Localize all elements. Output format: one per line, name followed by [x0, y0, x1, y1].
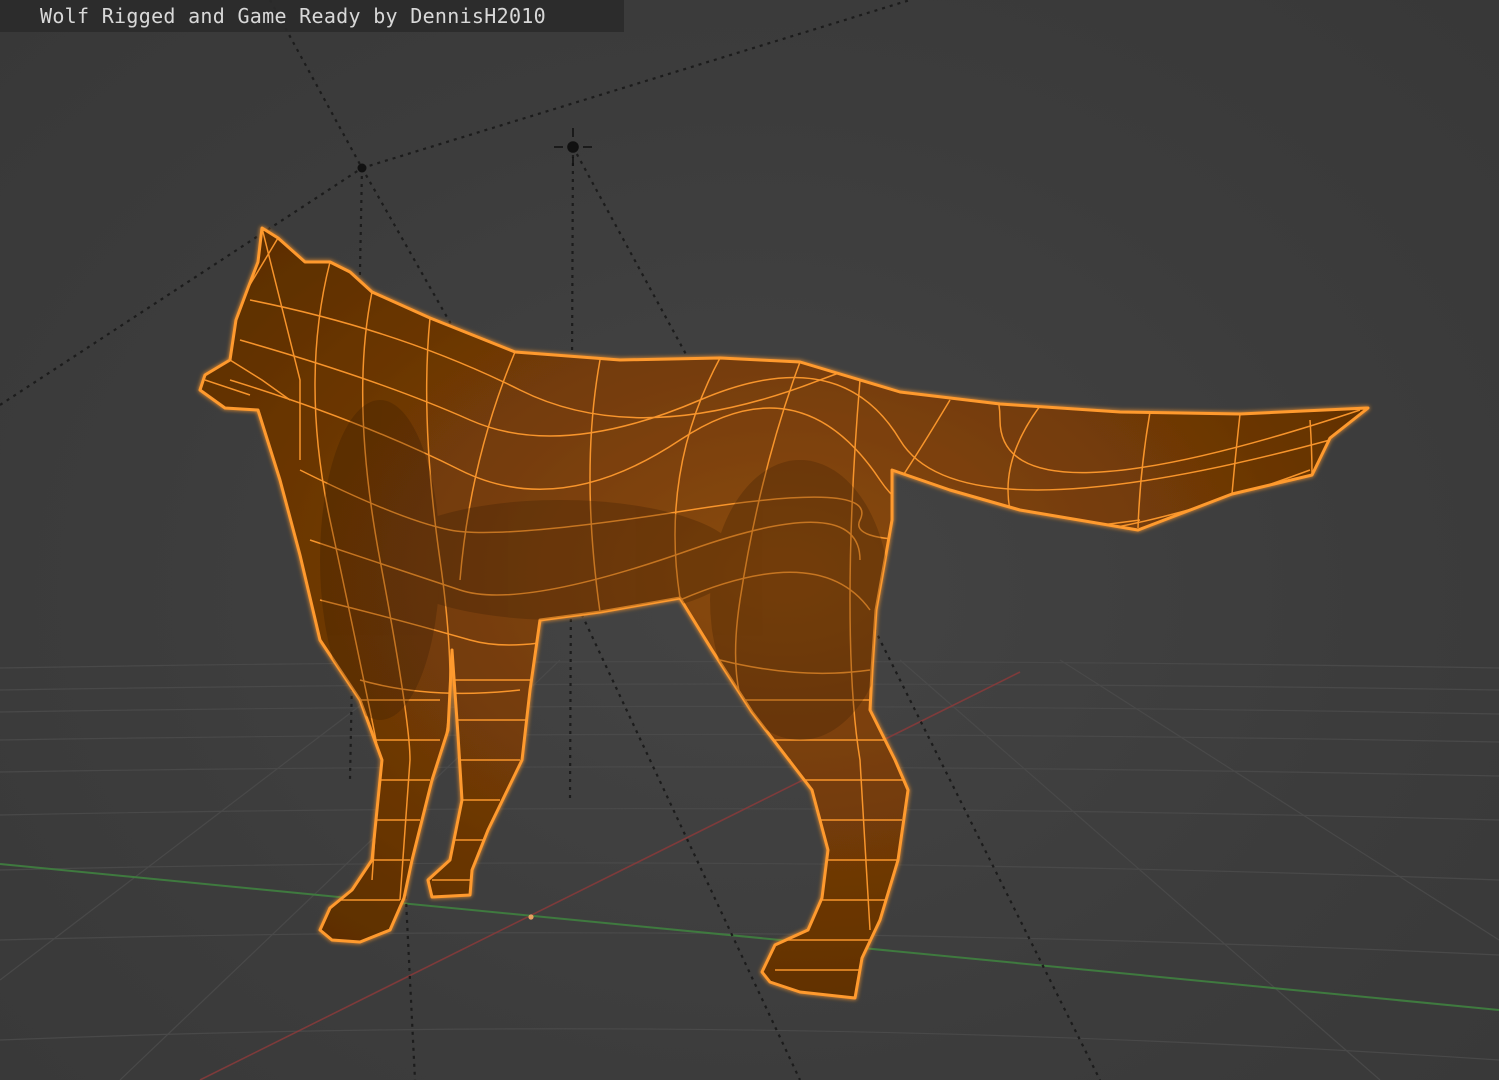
ground-grid [0, 659, 1499, 1080]
3d-viewport[interactable]: Wolf Rigged and Game Ready by DennisH201… [0, 0, 1499, 1080]
viewport-title: Wolf Rigged and Game Ready by DennisH201… [40, 4, 546, 28]
viewport-canvas[interactable] [0, 0, 1499, 1080]
y-axis-line [0, 863, 1499, 1011]
viewport-title-bar: Wolf Rigged and Game Ready by DennisH201… [0, 0, 624, 32]
empty-object-icon[interactable] [357, 163, 367, 173]
light-object-icon[interactable] [554, 128, 592, 166]
origin-point [528, 914, 534, 920]
